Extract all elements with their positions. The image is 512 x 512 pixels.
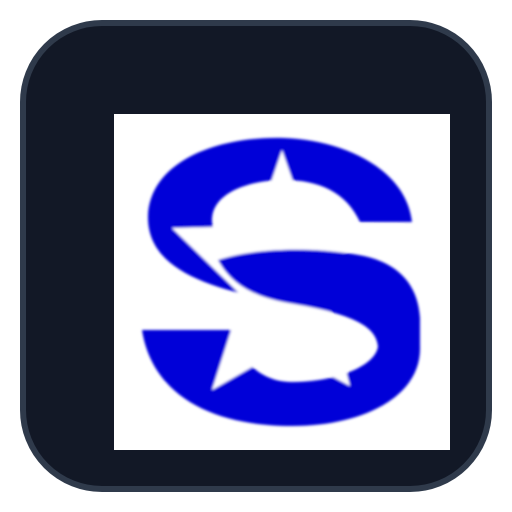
star-s-logo-icon bbox=[142, 137, 421, 426]
app-icon-tile[interactable] bbox=[20, 20, 492, 492]
logo-frame bbox=[114, 114, 450, 450]
